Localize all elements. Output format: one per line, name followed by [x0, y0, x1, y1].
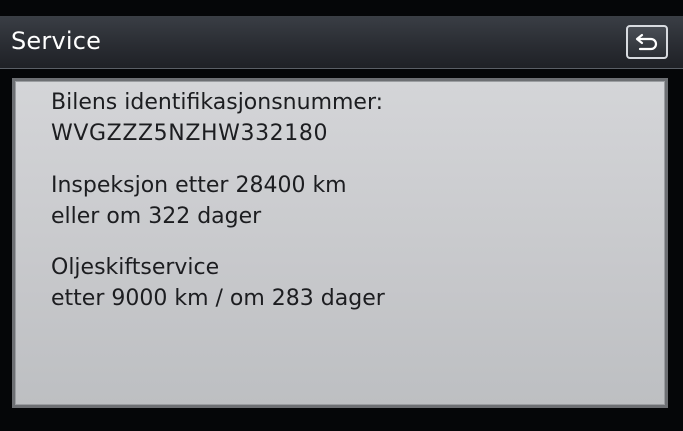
inspection-distance: Inspeksjon etter 28400 km	[51, 173, 347, 198]
back-arrow-icon	[635, 33, 658, 51]
vin-value: WVGZZZ5NZHW332180	[51, 121, 329, 146]
page-title: Service	[11, 27, 102, 55]
oil-service-due: etter 9000 km / om 283 dager	[51, 286, 385, 311]
inspection-days: eller om 322 dager	[51, 204, 262, 229]
screen-frame: Service Bilens identifikasjonsnummer: WV…	[0, 0, 683, 431]
vin-label: Bilens identifikasjonsnummer:	[51, 90, 384, 115]
oil-service-label: Oljeskiftservice	[51, 255, 220, 280]
title-bar: Service	[0, 16, 683, 69]
service-info-panel: Bilens identifikasjonsnummer: WVGZZZ5NZH…	[12, 78, 668, 408]
back-button[interactable]	[626, 25, 668, 59]
